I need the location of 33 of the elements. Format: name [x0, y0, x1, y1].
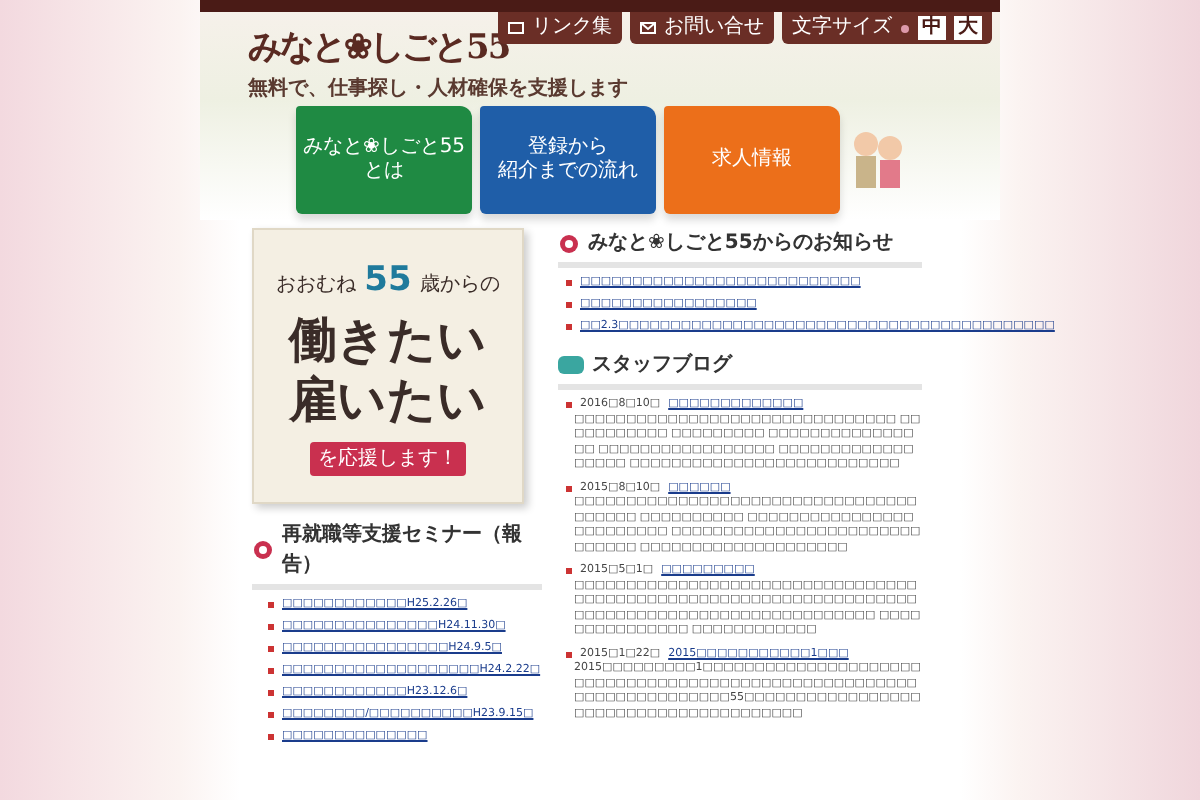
bullet-icon [566, 280, 572, 286]
bullet-icon [566, 485, 572, 492]
section-heading: スタッフブログ [592, 351, 732, 380]
bullet-icon [268, 602, 274, 608]
font-size-button[interactable]: 中 [918, 16, 946, 40]
bullet-icon [268, 690, 274, 696]
bullet-icon [566, 402, 572, 409]
poster-headline: 雇いたい [289, 374, 487, 427]
folder-nav-button[interactable]: みなと❀しごと55 とは [296, 106, 472, 214]
font-size-label: 文字サイズ [792, 16, 892, 40]
section-heading: みなと❀しごと55からのお知らせ [588, 229, 893, 258]
poster-headline: 働きたい [289, 314, 487, 367]
seniors-drawing [848, 126, 908, 194]
section-heading: 再就職等支援セミナー（報告） [282, 521, 524, 580]
bullet-icon [268, 712, 274, 718]
bullet-icon [268, 624, 274, 630]
poster-subtitle: おおむね 55 歳からの [276, 257, 500, 304]
contact-link[interactable]: お問い合せ [630, 12, 774, 44]
bullet-icon [566, 302, 572, 308]
bullet-icon [268, 734, 274, 740]
folder-nav-button[interactable]: 登録から 紹介までの流れ [480, 106, 656, 214]
blog-icon [558, 356, 584, 374]
bullet-icon [268, 668, 274, 674]
links-link[interactable]: リンク集 [498, 12, 622, 44]
bullet-icon [566, 568, 572, 575]
bullet-icon [268, 646, 274, 652]
font-size-button[interactable]: 大 [954, 16, 982, 40]
mail-icon [640, 22, 656, 34]
dot-icon [900, 23, 910, 33]
bullet-icon [566, 324, 572, 330]
bullet-icon [566, 651, 572, 658]
poster-tagline: を応援します！ [310, 442, 466, 477]
tagline: 無料で、仕事探し・人材確保を支援します [248, 75, 630, 104]
